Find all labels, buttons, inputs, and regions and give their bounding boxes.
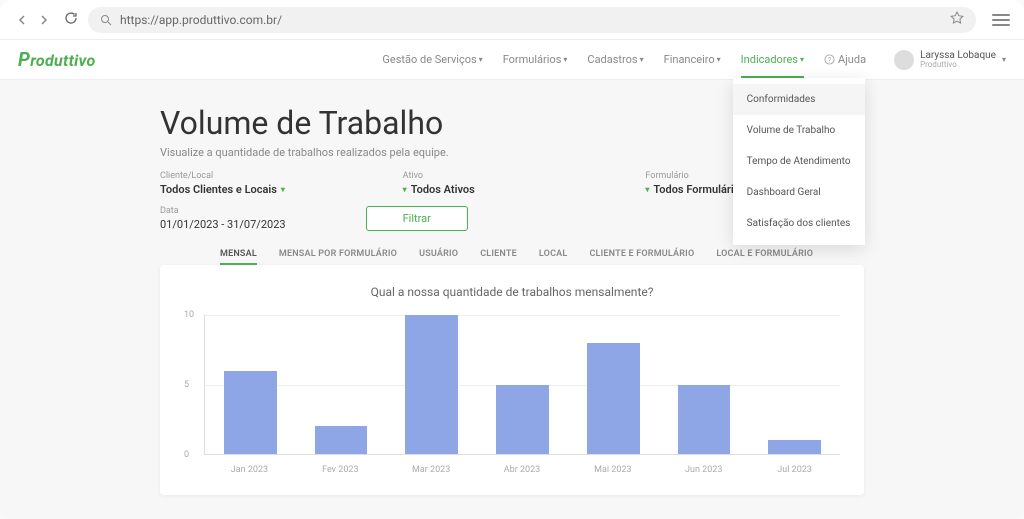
tab-local[interactable]: LOCAL xyxy=(539,249,568,265)
browser-menu-icon[interactable] xyxy=(992,14,1010,26)
dropdown-dashboard[interactable]: Dashboard Geral xyxy=(733,177,865,208)
bookmark-icon[interactable] xyxy=(950,11,964,28)
tab-usuario[interactable]: USUÁRIO xyxy=(419,249,458,265)
bar[interactable] xyxy=(224,371,277,454)
chart-title: Qual a nossa quantidade de trabalhos men… xyxy=(184,285,840,299)
x-axis-label: Fev 2023 xyxy=(295,465,386,475)
bar-chart: 0510Jan 2023Fev 2023Mar 2023Abr 2023Mai … xyxy=(184,315,840,475)
nav-gestao[interactable]: Gestão de Serviços▾ xyxy=(382,41,482,78)
filter-data-label: Data xyxy=(160,206,286,216)
reload-button[interactable] xyxy=(64,10,78,29)
filter-ativo[interactable]: ▾Todos Ativos xyxy=(403,183,622,196)
dropdown-satisfacao[interactable]: Satisfação dos clientes xyxy=(733,208,865,239)
browser-toolbar: https://app.produttivo.com.br/ xyxy=(0,0,1024,40)
x-axis-label: Jun 2023 xyxy=(658,465,749,475)
chevron-down-icon: ▾ xyxy=(1002,55,1006,64)
user-name: Laryssa Lobaque xyxy=(920,50,996,61)
chart-card: Qual a nossa quantidade de trabalhos men… xyxy=(160,265,864,495)
nav-help[interactable]: ? Ajuda xyxy=(824,41,866,78)
logo[interactable]: Produttivo xyxy=(18,48,96,71)
tab-mensal[interactable]: MENSAL xyxy=(220,249,257,265)
bar[interactable] xyxy=(587,343,640,454)
back-button[interactable] xyxy=(14,12,30,28)
bar[interactable] xyxy=(768,440,821,454)
search-icon xyxy=(100,14,112,26)
nav-formularios[interactable]: Formulários▾ xyxy=(503,41,568,78)
nav-cadastros[interactable]: Cadastros▾ xyxy=(587,41,643,78)
chevron-down-icon: ▾ xyxy=(645,185,649,194)
chart-tabs: MENSAL MENSAL POR FORMULÁRIO USUÁRIO CLI… xyxy=(160,249,864,265)
nav-financeiro[interactable]: Financeiro▾ xyxy=(664,41,721,78)
x-axis-label: Mai 2023 xyxy=(567,465,658,475)
filter-cliente-label: Cliente/Local xyxy=(160,171,379,181)
dropdown-volume[interactable]: Volume de Trabalho xyxy=(733,115,865,146)
bar[interactable] xyxy=(405,315,458,454)
tab-cliente[interactable]: CLIENTE xyxy=(480,249,517,265)
forward-button[interactable] xyxy=(36,12,52,28)
url-text: https://app.produttivo.com.br/ xyxy=(120,13,942,27)
filter-ativo-label: Ativo xyxy=(403,171,622,181)
x-axis-label: Jan 2023 xyxy=(204,465,295,475)
chevron-down-icon: ▾ xyxy=(281,185,285,194)
tab-cliente-formulario[interactable]: CLIENTE E FORMULÁRIO xyxy=(589,249,694,265)
dropdown-conformidades[interactable]: Conformidades xyxy=(733,84,865,115)
filter-button[interactable]: Filtrar xyxy=(366,206,468,231)
avatar xyxy=(894,50,914,70)
chevron-down-icon: ▾ xyxy=(403,185,407,194)
tab-local-formulario[interactable]: LOCAL E FORMULÁRIO xyxy=(716,249,813,265)
bar[interactable] xyxy=(315,426,368,454)
filter-data[interactable]: 01/01/2023 - 31/07/2023 xyxy=(160,218,286,231)
x-axis-label: Abr 2023 xyxy=(477,465,568,475)
app-navbar: Produttivo Gestão de Serviços▾ Formulári… xyxy=(0,40,1024,80)
bar[interactable] xyxy=(678,385,731,455)
address-bar[interactable]: https://app.produttivo.com.br/ xyxy=(88,7,976,33)
user-menu[interactable]: Laryssa Lobaque Produttivo ▾ xyxy=(894,50,1006,70)
nav-indicadores[interactable]: Indicadores▾ Conformidades Volume de Tra… xyxy=(741,41,804,78)
tab-mensal-formulario[interactable]: MENSAL POR FORMULÁRIO xyxy=(279,249,397,265)
dropdown-tempo[interactable]: Tempo de Atendimento xyxy=(733,146,865,177)
svg-text:?: ? xyxy=(828,55,832,64)
filter-cliente[interactable]: Todos Clientes e Locais▾ xyxy=(160,183,379,196)
x-axis-label: Jul 2023 xyxy=(749,465,840,475)
indicadores-dropdown: Conformidades Volume de Trabalho Tempo d… xyxy=(733,78,865,245)
user-org: Produttivo xyxy=(920,61,996,70)
bar[interactable] xyxy=(496,385,549,455)
x-axis-label: Mar 2023 xyxy=(386,465,477,475)
help-icon: ? xyxy=(824,54,835,65)
